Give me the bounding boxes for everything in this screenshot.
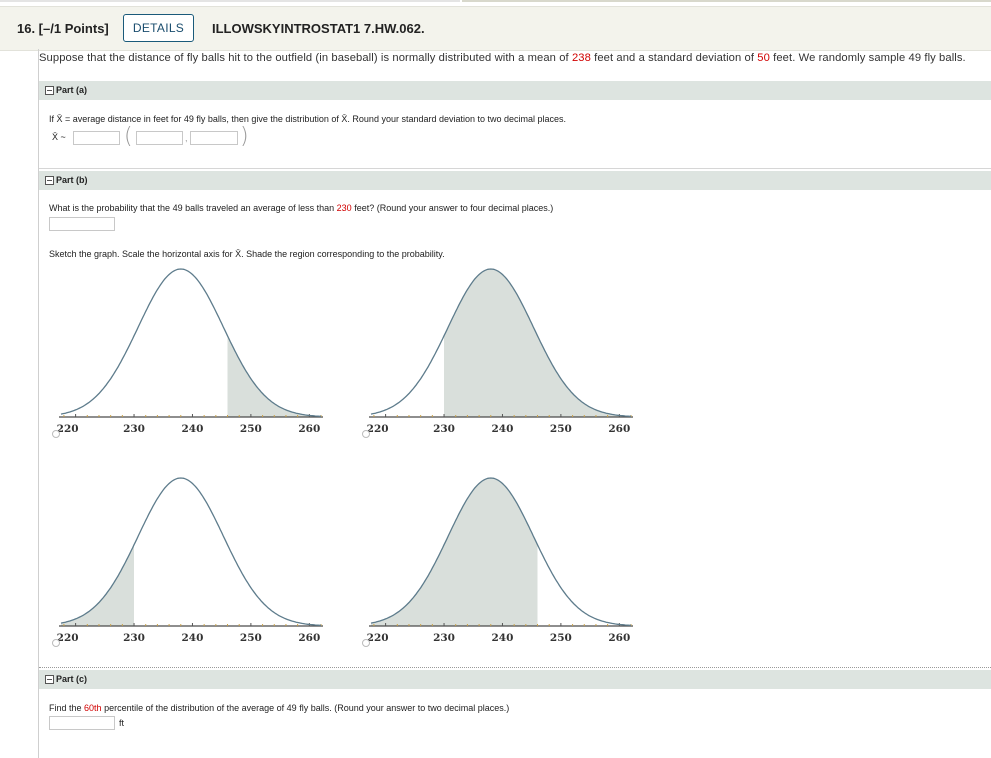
- graph-option-3[interactable]: 220 230 240 250 260: [48, 471, 338, 661]
- sd-input[interactable]: [190, 131, 238, 145]
- part-b-label: Part (b): [56, 175, 88, 185]
- sd-value: 50: [757, 52, 770, 64]
- part-a-label: Part (a): [56, 85, 88, 95]
- tick-label: 260: [298, 632, 320, 644]
- question-code: ILLOWSKYINTROSTAT1 7.HW.062.: [212, 21, 425, 36]
- tick-label: 240: [181, 632, 203, 644]
- collapse-icon[interactable]: [45, 176, 54, 185]
- part-c-header[interactable]: Part (c): [39, 670, 991, 689]
- probability-input[interactable]: [49, 217, 115, 231]
- comma-separator: ,: [185, 133, 188, 143]
- normal-curve-graph: 220 230 240 250 260: [367, 477, 633, 644]
- problem-statement: Suppose that the distance of fly balls h…: [39, 52, 966, 64]
- tick-label: 240: [181, 423, 203, 435]
- tick-label: 250: [240, 632, 262, 644]
- graph-option-4[interactable]: 220 230 240 250 260: [358, 471, 648, 661]
- graph-option-2[interactable]: 220 230 240 250 260: [358, 262, 648, 452]
- shaded-region: [444, 269, 631, 417]
- left-border: [38, 49, 39, 758]
- close-paren: ): [240, 124, 249, 149]
- top-border: [0, 0, 460, 2]
- mean-value: 238: [571, 52, 591, 64]
- tick-label: 230: [433, 632, 455, 644]
- xbar-symbol: X̄ ~: [52, 132, 66, 142]
- percentile-value: 60th: [84, 703, 102, 713]
- part-c-question: Find the 60th percentile of the distribu…: [49, 703, 510, 713]
- tick-label: 260: [608, 632, 630, 644]
- collapse-icon[interactable]: [45, 86, 54, 95]
- tick-label: 230: [433, 423, 455, 435]
- sketch-prompt: Sketch the graph. Scale the horizontal a…: [49, 249, 445, 259]
- question-number: 16. [–/1 Points]: [17, 21, 109, 36]
- tick-label: 240: [491, 423, 513, 435]
- threshold-value: 230: [336, 203, 352, 213]
- details-button[interactable]: DETAILS: [123, 14, 194, 42]
- tick-label: 250: [550, 423, 572, 435]
- part-b-separator: [39, 667, 991, 668]
- normal-curve-graph: 220 230 240 250 260: [367, 268, 633, 435]
- shaded-region: [227, 335, 321, 417]
- part-b-question: What is the probability that the 49 ball…: [49, 203, 554, 213]
- normal-curve-graph: 220 230 240 250 260: [57, 477, 323, 644]
- graph-option-1-radio[interactable]: [52, 430, 60, 438]
- tick-label: 240: [491, 632, 513, 644]
- percentile-input[interactable]: [49, 716, 115, 730]
- shaded-region: [61, 544, 134, 626]
- tick-label: 230: [123, 423, 145, 435]
- shaded-region: [371, 478, 538, 626]
- part-a-header[interactable]: Part (a): [39, 81, 991, 100]
- top-border-right: [462, 0, 991, 2]
- tick-label: 250: [240, 423, 262, 435]
- tick-label: 250: [550, 632, 572, 644]
- collapse-icon[interactable]: [45, 675, 54, 684]
- normal-curve: [60, 268, 321, 417]
- unit-label: ft: [119, 718, 125, 728]
- graph-option-3-radio[interactable]: [52, 639, 60, 647]
- normal-curve-graph: 220 230 240 250 260: [57, 268, 323, 435]
- mean-input[interactable]: [136, 131, 183, 145]
- tick-label: 230: [123, 632, 145, 644]
- part-a-separator: [39, 168, 991, 169]
- question-header: 16. [–/1 Points] DETAILS ILLOWSKYINTROST…: [0, 6, 991, 51]
- tick-label: 260: [608, 423, 630, 435]
- part-a-prompt: If X̄ = average distance in feet for 49 …: [49, 114, 567, 124]
- distribution-type-input[interactable]: [73, 131, 120, 145]
- part-b-header[interactable]: Part (b): [39, 171, 991, 190]
- graph-option-1[interactable]: 220 230 240 250 260: [48, 262, 338, 452]
- graph-option-2-radio[interactable]: [362, 430, 370, 438]
- open-paren: (: [124, 124, 133, 149]
- tick-label: 260: [298, 423, 320, 435]
- part-c-label: Part (c): [56, 674, 88, 684]
- graph-option-4-radio[interactable]: [362, 639, 370, 647]
